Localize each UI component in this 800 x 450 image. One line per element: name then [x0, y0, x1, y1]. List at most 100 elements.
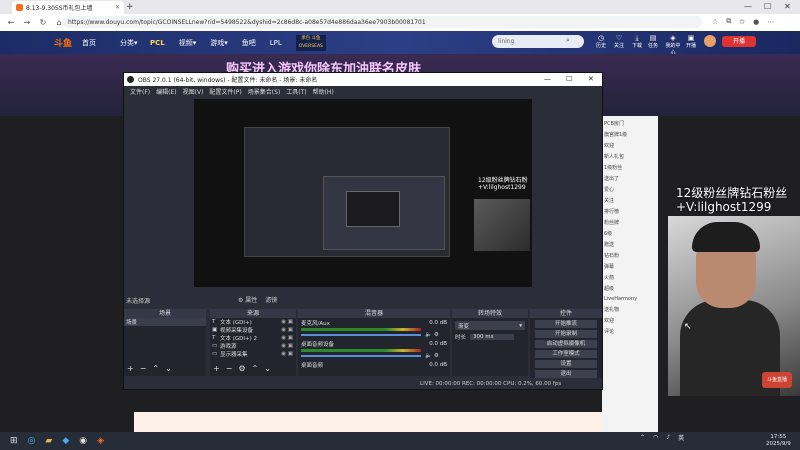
- open-live-button[interactable]: 开播: [722, 36, 756, 47]
- center-button[interactable]: ◈ 我的中心: [664, 34, 682, 56]
- controls-header: 控件: [530, 309, 602, 318]
- volume-slider[interactable]: [301, 355, 421, 357]
- center-icon: ◈: [670, 34, 676, 42]
- collections-icon[interactable]: ⧉: [726, 17, 731, 26]
- move-up-icon[interactable]: ⌃: [152, 364, 159, 373]
- channel-gear-icon[interactable]: ⚙: [434, 353, 439, 359]
- move-up-icon[interactable]: ⌃: [252, 364, 259, 373]
- nav-game[interactable]: 游戏▾: [210, 38, 228, 48]
- douyu-search-input[interactable]: lining: [492, 35, 584, 48]
- back-icon[interactable]: ←: [6, 18, 16, 27]
- remove-source-icon[interactable]: −: [226, 364, 233, 373]
- move-down-icon[interactable]: ⌄: [165, 364, 172, 373]
- menu-scene-collection[interactable]: 场景集合(S): [248, 87, 281, 96]
- tab-close-icon[interactable]: ✕: [115, 4, 120, 11]
- source-item[interactable]: T 文本 (GDI+) ◉ ▣: [210, 318, 296, 326]
- douyu-logo[interactable]: 斗鱼: [54, 36, 72, 49]
- visibility-icon[interactable]: ◉ ▣: [281, 351, 293, 357]
- promo-badge[interactable]: 承包 斗鱼 OVERSEAS: [295, 34, 326, 51]
- volume-slider[interactable]: [301, 334, 421, 336]
- beacon-button[interactable]: ▣ 开播: [684, 34, 698, 49]
- source-item[interactable]: ▣ 视频采集设备 ◉ ▣: [210, 326, 296, 334]
- exit-button[interactable]: 退出: [535, 370, 597, 378]
- menu-view[interactable]: 视图(V): [183, 87, 204, 96]
- follow-button[interactable]: ♡ 关注: [612, 34, 626, 49]
- remove-scene-icon[interactable]: −: [140, 364, 147, 373]
- minimize-button[interactable]: —: [744, 2, 752, 11]
- edge-icon[interactable]: ◎: [28, 436, 36, 446]
- favorites-icon[interactable]: ✩: [739, 18, 745, 26]
- new-tab-icon[interactable]: +: [126, 2, 134, 12]
- speaker-icon[interactable]: 🔈: [425, 332, 432, 338]
- start-recording-button[interactable]: 开始录制: [535, 330, 597, 338]
- visibility-icon[interactable]: ◉ ▣: [281, 335, 293, 341]
- file-explorer-icon[interactable]: ▰: [45, 436, 52, 446]
- source-settings-icon[interactable]: ⚙: [238, 364, 245, 373]
- nav-home[interactable]: 首页: [82, 38, 100, 48]
- nav-video[interactable]: 视频▾: [179, 38, 197, 48]
- close-window-button[interactable]: ✕: [784, 2, 791, 11]
- menu-edit[interactable]: 编辑(E): [156, 87, 176, 96]
- nav-fishbar[interactable]: 鱼吧: [242, 38, 256, 48]
- properties-button[interactable]: ⚙ 属性: [238, 295, 257, 304]
- browser-tab[interactable]: 8.13-9.30SS币礼包上墙 ✕: [12, 1, 124, 14]
- tray-chevron-icon[interactable]: ⌃: [640, 434, 645, 441]
- douyu-taskbar-icon[interactable]: ◈: [97, 436, 104, 446]
- maximize-button[interactable]: ☐: [764, 2, 771, 11]
- forward-icon[interactable]: →: [22, 18, 32, 27]
- browser-extensions: ☆ ⧉ ✩ ● ⋯: [712, 17, 774, 26]
- history-button[interactable]: ◷ 历史: [594, 34, 608, 49]
- search-icon[interactable]: ⌕: [566, 36, 570, 45]
- menu-tools[interactable]: 工具(T): [286, 87, 306, 96]
- nav-lpl[interactable]: LPL: [270, 39, 282, 47]
- visibility-icon[interactable]: ◉ ▣: [281, 343, 293, 349]
- settings-button[interactable]: 设置: [535, 360, 597, 368]
- filters-button[interactable]: 滤镜: [265, 295, 277, 304]
- visibility-icon[interactable]: ◉ ▣: [281, 319, 293, 325]
- taskbar-clock[interactable]: 17:55 2025/9/9: [766, 434, 791, 448]
- task-icon: ▤: [649, 34, 657, 42]
- address-bar[interactable]: https://www.douyu.com/topic/GCOINSELLnew…: [62, 16, 702, 28]
- chat-line: 粉丝牌: [604, 220, 620, 226]
- windows-start-icon[interactable]: ⊞: [10, 436, 18, 446]
- add-scene-icon[interactable]: +: [127, 364, 134, 373]
- speaker-icon[interactable]: 🔈: [425, 353, 432, 359]
- start-streaming-button[interactable]: 开始推流: [535, 320, 597, 328]
- move-down-icon[interactable]: ⌄: [264, 364, 271, 373]
- transition-type: 渐变: [458, 323, 470, 330]
- source-item[interactable]: T 文本 (GDI+) 2 ◉ ▣: [210, 334, 296, 342]
- channel-gear-icon[interactable]: ⚙: [434, 332, 439, 338]
- obs-maximize-button[interactable]: ☐: [566, 75, 572, 83]
- app-icon[interactable]: ◆: [62, 436, 69, 446]
- menu-help[interactable]: 帮助(H): [313, 87, 334, 96]
- menu-profile[interactable]: 配置文件(P): [209, 87, 241, 96]
- obs-preview[interactable]: 12级粉丝牌钻石粉 +V:lilghost1299: [194, 99, 532, 287]
- nav-pcl[interactable]: PCL: [150, 39, 165, 47]
- profile-icon[interactable]: ●: [753, 18, 759, 26]
- menu-file[interactable]: 文件(F): [130, 87, 150, 96]
- history-label: 历史: [595, 43, 606, 49]
- virtual-camera-button[interactable]: 启动虚拟摄像机: [535, 340, 597, 348]
- download-button[interactable]: ⤓ 下载: [630, 34, 644, 49]
- volume-icon[interactable]: ♪: [666, 434, 670, 441]
- nested-preview-innermost: [346, 191, 400, 227]
- duration-input[interactable]: 300 ms: [470, 334, 515, 340]
- task-button[interactable]: ▤ 任务: [646, 34, 660, 49]
- network-icon[interactable]: ◠: [653, 434, 658, 441]
- star-icon[interactable]: ☆: [712, 18, 718, 26]
- source-item[interactable]: ▭ 游戏源 ◉ ▣: [210, 342, 296, 350]
- transition-select[interactable]: 渐变 ▾: [455, 321, 525, 330]
- reload-icon[interactable]: ↻: [38, 18, 48, 27]
- obs-minimize-button[interactable]: —: [544, 75, 551, 83]
- nav-category[interactable]: 分类▾: [120, 38, 138, 48]
- add-source-icon[interactable]: +: [213, 364, 220, 373]
- scene-item[interactable]: 场景: [124, 318, 206, 326]
- obs-close-button[interactable]: ✕: [588, 75, 594, 83]
- studio-mode-button[interactable]: 工作室模式: [535, 350, 597, 358]
- visibility-icon[interactable]: ◉ ▣: [281, 327, 293, 333]
- obs-taskbar-icon[interactable]: ◉: [79, 436, 87, 446]
- more-icon[interactable]: ⋯: [767, 18, 774, 26]
- avatar[interactable]: [704, 35, 716, 47]
- language-indicator[interactable]: 英: [678, 433, 684, 442]
- source-item[interactable]: ▭ 显示器采集 ◉ ▣: [210, 350, 296, 358]
